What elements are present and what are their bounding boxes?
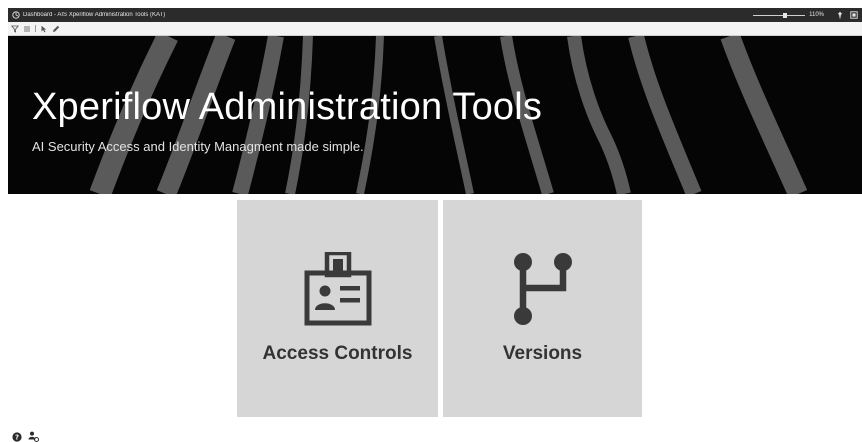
access-controls-label: Access Controls (262, 343, 413, 364)
zoom-slider[interactable] (753, 12, 806, 18)
app-icon (12, 11, 20, 19)
pointer-icon[interactable] (40, 25, 48, 33)
pin-icon[interactable] (835, 11, 844, 20)
zoom-slider-thumb[interactable] (783, 12, 788, 18)
zoom-control[interactable]: 110% (753, 12, 824, 18)
toolbar (8, 22, 862, 36)
zoom-level: 110% (809, 12, 824, 18)
versions-tile[interactable]: Versions (443, 200, 642, 417)
toolbar-separator (35, 25, 36, 32)
filter-icon[interactable] (11, 25, 19, 33)
footer-bar: ? (11, 431, 39, 442)
versions-label: Versions (502, 343, 583, 364)
pencil-icon[interactable] (52, 25, 60, 33)
window-title: Dashboard - AIS Xperiflow Administration… (23, 12, 166, 18)
user-settings-icon[interactable] (28, 431, 39, 442)
application-window: Dashboard - AIS Xperiflow Administration… (8, 8, 862, 442)
hero-banner: Xperiflow Administration Tools AI Securi… (8, 36, 862, 194)
help-icon[interactable]: ? (11, 431, 22, 442)
id-badge-icon (303, 250, 373, 335)
svg-text:?: ? (14, 433, 18, 441)
branch-icon (513, 252, 573, 333)
access-controls-tile[interactable]: Access Controls (237, 200, 438, 417)
banner-subtitle: AI Security Access and Identity Managmen… (32, 139, 364, 154)
list-icon[interactable] (23, 25, 31, 33)
title-bar: Dashboard - AIS Xperiflow Administration… (8, 8, 862, 22)
banner-title: Xperiflow Administration Tools (32, 86, 543, 128)
maximize-icon[interactable] (849, 11, 858, 20)
